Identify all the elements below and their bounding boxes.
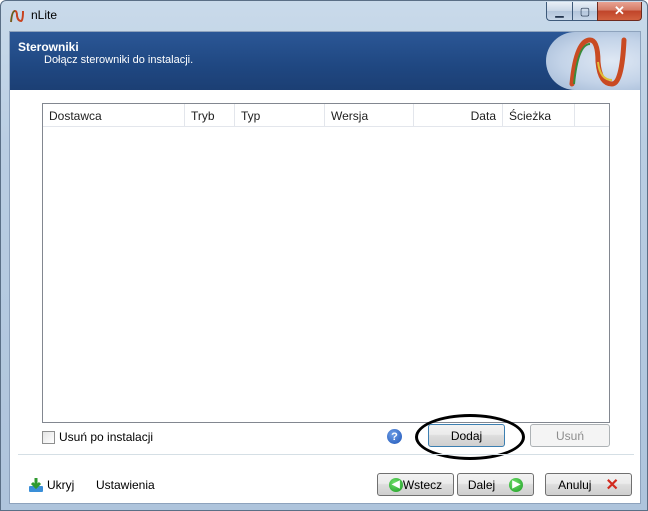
remove-button-label: Usuń xyxy=(555,428,584,443)
client-area: Sterowniki Dołącz sterowniki do instalac… xyxy=(9,31,641,504)
next-arrow-icon: ▶ xyxy=(509,477,524,492)
help-icon[interactable]: ? xyxy=(387,429,402,444)
window-frame: nLite ▁ ▢ ✕ Sterowniki Dołącz sterowniki… xyxy=(0,0,648,511)
column-header-vendor[interactable]: Dostawca xyxy=(43,104,185,127)
column-header-type[interactable]: Typ xyxy=(235,104,325,127)
close-icon: ✕ xyxy=(614,3,625,18)
drivers-list[interactable]: Dostawca Tryb Typ Wersja Data Ścieżka xyxy=(42,103,610,423)
settings-label: Ustawienia xyxy=(96,478,155,492)
download-icon xyxy=(29,478,43,492)
remove-after-install-checkbox[interactable] xyxy=(42,430,55,444)
remove-after-install-label: Usuń po instalacji xyxy=(59,430,154,444)
back-arrow-icon: ◀ xyxy=(388,477,403,492)
window-title: nLite xyxy=(31,8,58,22)
back-button[interactable]: ◀ Wstecz xyxy=(377,473,454,496)
footer-separator xyxy=(18,454,634,455)
column-header-version[interactable]: Wersja xyxy=(325,104,414,127)
maximize-button[interactable]: ▢ xyxy=(572,2,597,21)
column-header-date[interactable]: Data xyxy=(414,104,503,127)
remove-button[interactable]: Usuń xyxy=(530,424,610,447)
header-banner: Sterowniki Dołącz sterowniki do instalac… xyxy=(10,32,640,90)
add-button[interactable]: Dodaj xyxy=(428,424,505,447)
next-button[interactable]: Dalej ▶ xyxy=(457,473,534,496)
cancel-label: Anuluj xyxy=(558,477,592,492)
page-subtitle: Dołącz sterowniki do instalacji. xyxy=(44,54,194,66)
hide-button[interactable]: Ukryj xyxy=(28,477,74,493)
caption-buttons: ▁ ▢ ✕ xyxy=(546,2,642,22)
close-button[interactable]: ✕ xyxy=(597,2,642,21)
hide-label: Ukryj xyxy=(47,478,75,492)
cancel-x-icon: ✕ xyxy=(605,476,619,494)
nlite-logo-graphic xyxy=(569,37,627,87)
back-label: Wstecz xyxy=(402,477,443,492)
column-header-mode[interactable]: Tryb xyxy=(185,104,235,127)
nlite-logo xyxy=(546,32,640,90)
cancel-button[interactable]: Anuluj ✕ xyxy=(545,473,632,496)
list-header: Dostawca Tryb Typ Wersja Data Ścieżka xyxy=(43,104,609,127)
title-bar[interactable]: nLite ▁ ▢ ✕ xyxy=(1,1,648,29)
nlite-app-icon xyxy=(10,9,24,23)
settings-link[interactable]: Ustawienia xyxy=(96,477,155,493)
maximize-icon: ▢ xyxy=(579,5,591,18)
next-label: Dalej xyxy=(467,477,496,492)
add-button-label: Dodaj xyxy=(450,428,483,443)
page-title: Sterowniki xyxy=(18,40,79,54)
remove-after-install-option[interactable]: Usuń po instalacji xyxy=(42,429,153,445)
column-header-path[interactable]: Ścieżka xyxy=(503,104,575,127)
minimize-button[interactable]: ▁ xyxy=(546,2,572,21)
minimize-icon: ▁ xyxy=(555,5,564,18)
